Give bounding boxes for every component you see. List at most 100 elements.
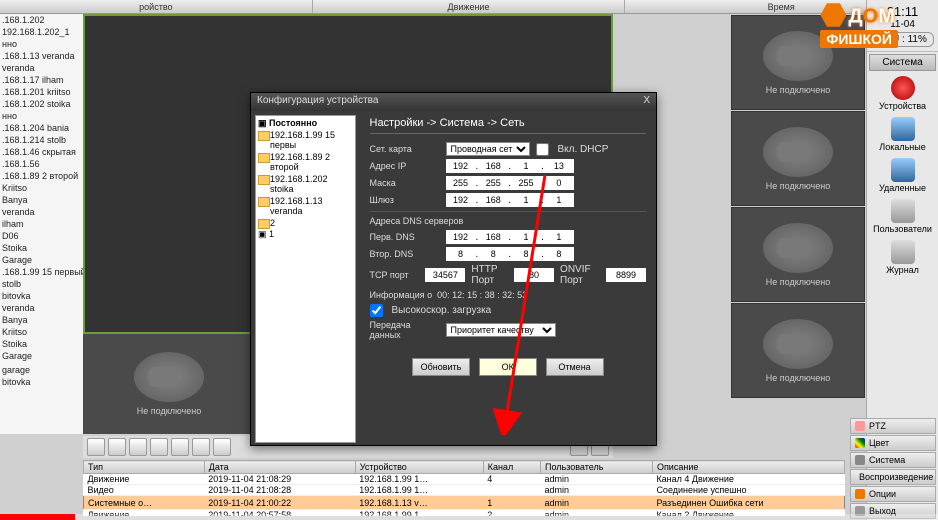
ip-input[interactable]: . . .: [446, 159, 574, 173]
tree-item[interactable]: 192.168.1.99 15 первы: [258, 129, 353, 151]
logo-hex-icon: [820, 2, 846, 28]
device-list-item[interactable]: .168.1.13 veranda: [0, 50, 83, 62]
device-list-item[interactable]: Garage: [0, 254, 83, 266]
device-list-item[interactable]: veranda: [0, 62, 83, 74]
log-header[interactable]: Пользователь: [540, 461, 652, 474]
device-list-item[interactable]: bitovka: [0, 376, 83, 388]
highspeed-label: Высокоскор. загрузка: [392, 305, 492, 316]
device-list-item[interactable]: veranda: [0, 206, 83, 218]
rb-playback[interactable]: Воспроизведение: [850, 469, 936, 485]
dialog-titlebar[interactable]: Конфигурация устройства X: [251, 93, 656, 111]
device-list[interactable]: .168.1.202192.168.1.202_1нно.168.1.13 ve…: [0, 14, 83, 434]
layout-9-icon[interactable]: [171, 438, 189, 456]
dns1-label: Перв. DNS: [370, 232, 440, 242]
sidebar-remote[interactable]: Удаленные: [867, 155, 938, 196]
device-list-item[interactable]: Garage: [0, 350, 83, 362]
remote-icon: [891, 158, 915, 182]
device-list-item[interactable]: .168.1.202 stoika: [0, 98, 83, 110]
rb-color[interactable]: Цвет: [850, 435, 936, 451]
layout-16-icon[interactable]: [192, 438, 210, 456]
device-list-item[interactable]: veranda: [0, 302, 83, 314]
layout-4-icon[interactable]: [108, 438, 126, 456]
dhcp-checkbox[interactable]: [536, 143, 549, 156]
layout-6-icon[interactable]: [129, 438, 147, 456]
rb-ptz[interactable]: PTZ: [850, 418, 936, 434]
highspeed-checkbox[interactable]: [370, 304, 383, 317]
netcard-label: Сет. карта: [370, 144, 440, 154]
device-tree[interactable]: ▣ Постоянно 192.168.1.99 15 первы192.168…: [255, 115, 356, 443]
device-list-item[interactable]: garage: [0, 364, 83, 376]
device-list-item[interactable]: .168.1.201 kriitso: [0, 86, 83, 98]
device-list-item[interactable]: Stoika: [0, 242, 83, 254]
onvif-input[interactable]: [606, 268, 646, 282]
rb-system[interactable]: Система: [850, 452, 936, 468]
sidebar-users[interactable]: Пользователи: [867, 196, 938, 237]
tree-item[interactable]: 192.168.1.13 veranda: [258, 195, 353, 217]
log-header[interactable]: Канал: [483, 461, 540, 474]
device-list-item[interactable]: Banya: [0, 194, 83, 206]
device-list-item[interactable]: .168.1.89 2 второй: [0, 170, 83, 182]
layout-1-icon[interactable]: [87, 438, 105, 456]
local-icon: [891, 117, 915, 141]
log-header[interactable]: Устройство: [355, 461, 483, 474]
ptz-icon: [855, 421, 865, 431]
device-list-item[interactable]: .168.1.56: [0, 158, 83, 170]
dns1-input[interactable]: . . .: [446, 230, 574, 244]
close-icon[interactable]: X: [643, 95, 650, 109]
device-list-item[interactable]: D06: [0, 230, 83, 242]
dns2-input[interactable]: . . .: [446, 247, 574, 261]
device-list-item[interactable]: .168.1.204 bania: [0, 122, 83, 134]
tree-item[interactable]: 192.168.1.202 stoika: [258, 173, 353, 195]
netcard-select[interactable]: Проводная сет: [446, 142, 530, 156]
tcp-input[interactable]: [425, 268, 465, 282]
device-list-item[interactable]: .168.1.99 15 первый: [0, 266, 83, 278]
camera-tile[interactable]: Не подключено: [731, 303, 865, 398]
transfer-select[interactable]: Приоритет качеству: [446, 323, 556, 337]
http-input[interactable]: [514, 268, 554, 282]
device-list-item[interactable]: .168.1.214 stolb: [0, 134, 83, 146]
layout-25-icon[interactable]: [213, 438, 231, 456]
tree-root[interactable]: ▣ Постоянно: [258, 118, 353, 129]
tcp-label: TCP порт: [370, 270, 420, 280]
gateway-input[interactable]: . . .: [446, 193, 574, 207]
device-list-item[interactable]: .168.1.202: [0, 14, 83, 26]
device-list-item[interactable]: Kriitso: [0, 326, 83, 338]
log-row[interactable]: Видео2019-11-04 21:08:28192.168.1.99 1…a…: [84, 485, 845, 496]
info-value: 00: 12: 15 : 38 : 32: 53: [437, 290, 527, 300]
mask-input[interactable]: . . .: [446, 176, 574, 190]
device-list-item[interactable]: Stoika: [0, 338, 83, 350]
device-list-item[interactable]: нно: [0, 110, 83, 122]
device-list-item[interactable]: нно: [0, 38, 83, 50]
tree-item[interactable]: 192.168.1.89 2 второй: [258, 151, 353, 173]
device-list-item[interactable]: Banya: [0, 314, 83, 326]
sidebar-local[interactable]: Локальные: [867, 114, 938, 155]
device-list-item[interactable]: 192.168.1.202_1: [0, 26, 83, 38]
options-icon: [855, 489, 865, 499]
device-list-item[interactable]: ilham: [0, 218, 83, 230]
device-list-item[interactable]: Kriitso: [0, 182, 83, 194]
cancel-button[interactable]: Отмена: [546, 358, 604, 376]
log-row[interactable]: Системные о…2019-11-04 21:00:22192.168.1…: [84, 496, 845, 510]
device-list-item[interactable]: stolb: [0, 278, 83, 290]
device-list-item[interactable]: .168.1.17 ilham: [0, 74, 83, 86]
camera-tile[interactable]: Не подключено: [731, 207, 865, 302]
sidebar-devices[interactable]: Устройства: [867, 73, 938, 114]
device-list-item[interactable]: .168.1.46 скрытая: [0, 146, 83, 158]
sidebar-log[interactable]: Журнал: [867, 237, 938, 278]
layout-8-icon[interactable]: [150, 438, 168, 456]
camera-tile[interactable]: Не подключено: [731, 111, 865, 206]
video-cell-secondary[interactable]: Не подключено: [83, 334, 255, 434]
ok-button[interactable]: ОК: [479, 358, 537, 376]
log-row[interactable]: Движение2019-11-04 21:08:29192.168.1.99 …: [84, 474, 845, 485]
log-header[interactable]: Описание: [652, 461, 844, 474]
update-button[interactable]: Обновить: [412, 358, 470, 376]
device-list-item[interactable]: bitovka: [0, 290, 83, 302]
rb-options[interactable]: Опции: [850, 486, 936, 502]
breadcrumb: Настройки -> Система -> Сеть: [370, 117, 647, 134]
tree-group-b[interactable]: ▣ 1: [258, 229, 353, 240]
event-log[interactable]: ТипДатаУстройствоКаналПользовательОписан…: [83, 460, 845, 516]
video-progress-bar[interactable]: [0, 514, 938, 520]
tree-item[interactable]: 2: [258, 217, 353, 229]
log-header[interactable]: Тип: [84, 461, 205, 474]
log-header[interactable]: Дата: [204, 461, 355, 474]
